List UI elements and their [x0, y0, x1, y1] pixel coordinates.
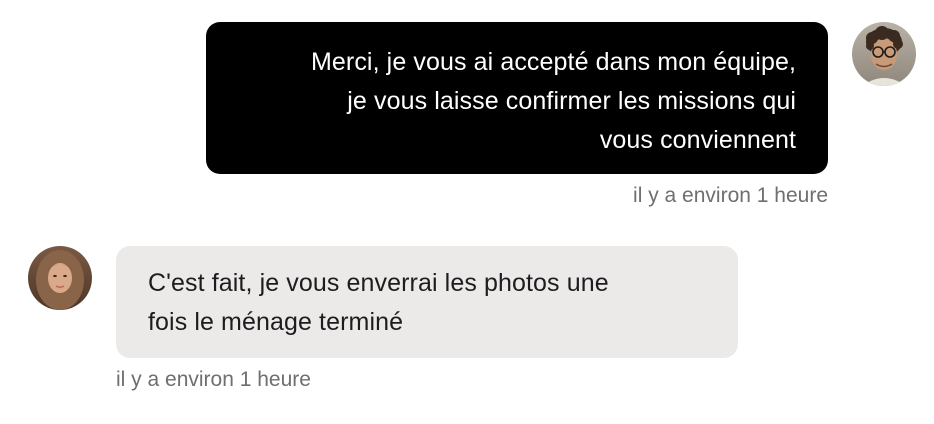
- message-thread: Merci, je vous ai accepté dans mon équip…: [0, 0, 934, 424]
- recipient-avatar[interactable]: [28, 246, 92, 310]
- message-text-line: vous conviennent: [599, 126, 796, 154]
- avatar-man-with-glasses-image: [852, 22, 916, 86]
- message-text-line: C'est fait, je vous enverrai les photos …: [148, 269, 609, 297]
- avatar-woman-image: [28, 246, 92, 310]
- sent-message-bubble: Merci, je vous ai accepté dans mon équip…: [206, 22, 828, 174]
- received-message-timestamp: il y a environ 1 heure: [116, 368, 311, 391]
- sender-avatar[interactable]: [852, 22, 916, 86]
- message-text-line: je vous laisse confirmer les missions qu…: [347, 87, 796, 115]
- sent-message-timestamp: il y a environ 1 heure: [633, 184, 828, 207]
- message-text-line: fois le ménage terminé: [148, 308, 404, 336]
- received-message-bubble: C'est fait, je vous enverrai les photos …: [116, 246, 738, 358]
- message-text-line: Merci, je vous ai accepté dans mon équip…: [310, 48, 796, 76]
